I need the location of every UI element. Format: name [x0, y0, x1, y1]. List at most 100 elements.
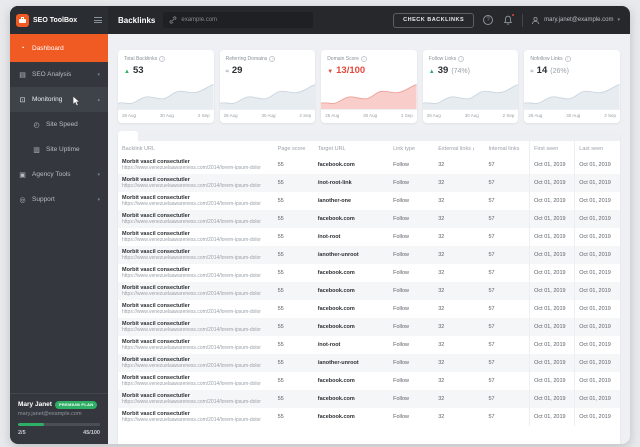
backlink-url[interactable]: https://www.venezuelaawareness.com/2014/… — [122, 237, 270, 243]
backlink-url[interactable]: https://www.venezuelaawareness.com/2014/… — [122, 183, 270, 189]
backlink-url[interactable]: https://www.venezuelaawareness.com/2014/… — [122, 363, 270, 369]
target-url-cell[interactable]: facebook.com — [314, 282, 389, 300]
backlink-url[interactable]: https://www.venezuelaawareness.com/2014/… — [122, 327, 270, 333]
external-links-cell: 32 — [438, 305, 445, 312]
link-type-cell: Follow — [393, 197, 409, 204]
table-row[interactable]: Morbit vascil consectutler https://www.v… — [118, 353, 620, 372]
stat-card-title: Follow Links — [428, 56, 457, 62]
page-score-cell: 55 — [277, 179, 284, 186]
external-links-cell: 32 — [438, 323, 445, 330]
table-row[interactable]: Morbit vascil consectutler https://www.v… — [118, 299, 620, 318]
notification-dot — [511, 13, 516, 17]
first-seen-cell: Oct 01, 2019 — [529, 335, 575, 354]
table-row[interactable]: Morbit vascil consectutler https://www.v… — [118, 281, 620, 300]
last-seen-cell: Oct 01, 2019 — [574, 317, 620, 336]
target-url-cell[interactable]: facebook.com — [314, 300, 389, 318]
backlink-url[interactable]: https://www.venezuelaawareness.com/2014/… — [122, 309, 270, 315]
internal-links-cell: 57 — [488, 161, 495, 168]
stat-card-value: 29 — [231, 65, 243, 76]
table-row[interactable]: Morbit vascil consectutler https://www.v… — [118, 335, 620, 354]
target-url-cell[interactable]: facebook.com — [314, 408, 389, 426]
table-row[interactable]: Morbit vascil consectutler https://www.v… — [118, 407, 620, 426]
backlink-url[interactable]: https://www.venezuelaawareness.com/2014/… — [122, 255, 270, 261]
target-url-cell[interactable]: /not-root — [314, 336, 389, 354]
backlink-url[interactable]: https://www.venezuelaawareness.com/2014/… — [122, 345, 270, 351]
sidebar-item-support[interactable]: ◎ Support ▾ — [10, 187, 108, 212]
backlink-url[interactable]: https://www.venezuelaawareness.com/2014/… — [122, 201, 270, 207]
sidebar-item-dashboard[interactable]: ◔ Dashboard — [10, 34, 108, 62]
sidebar-item-monitoring[interactable]: ⊡ Monitoring ▴ — [10, 87, 108, 112]
last-seen-cell: Oct 01, 2019 — [574, 227, 620, 246]
table-tab-tld-distribution[interactable] — [198, 131, 218, 141]
backlink-url[interactable]: https://www.venezuelaawareness.com/2014/… — [122, 273, 270, 279]
notifications-button[interactable] — [502, 13, 516, 26]
table-row[interactable]: Morbit vascil consectutler https://www.v… — [118, 263, 620, 282]
table-row[interactable]: Morbit vascil consectutler https://www.v… — [118, 155, 620, 174]
info-icon[interactable]: i — [458, 56, 465, 62]
table-row[interactable]: Morbit vascil consectutler https://www.v… — [118, 227, 620, 246]
table-tab-countries[interactable] — [218, 131, 238, 141]
internal-links-cell: 57 — [488, 359, 495, 366]
check-backlinks-button[interactable]: CHECK BACKLINKS — [393, 12, 475, 28]
table-row[interactable]: Morbit vascil consectutler https://www.v… — [118, 317, 620, 336]
sidebar-item-site-uptime[interactable]: ▥ Site Uptime — [10, 137, 108, 162]
user-email: mary.janet@example.com — [18, 411, 82, 417]
app-title: SEO ToolBox — [33, 16, 78, 24]
table-row[interactable]: Morbit vascil consectutler https://www.v… — [118, 191, 620, 210]
x-label: 28 Aug — [528, 112, 543, 118]
backlink-url[interactable]: https://www.venezuelaawareness.com/2014/… — [122, 165, 270, 171]
sidebar-item-seo-analysis[interactable]: ▤ SEO Analysis ▾ — [10, 62, 108, 87]
backlink-url[interactable]: https://www.venezuelaawareness.com/2014/… — [122, 381, 270, 387]
stat-card-title: Total Backlinks — [124, 56, 158, 62]
target-url-cell[interactable]: /not-root-link — [314, 174, 389, 192]
table-row[interactable]: Morbit vascil consectutler https://www.v… — [118, 209, 620, 228]
stat-card-value-row: ≈ 14 (26%) — [530, 65, 614, 76]
search-input[interactable] — [181, 17, 308, 23]
table-row[interactable]: Morbit vascil consectutler https://www.v… — [118, 389, 620, 408]
sidebar-collapse-icon[interactable] — [94, 17, 102, 23]
stat-card-value-row: ≈ 29 — [226, 65, 310, 76]
sidebar-item-site-speed[interactable]: ◴ Site Speed — [10, 112, 108, 137]
table-tab-recent[interactable] — [118, 130, 138, 141]
column-header-external-links[interactable]: External links ↓ — [434, 141, 484, 156]
table-tab-referring-domains[interactable] — [158, 131, 178, 141]
help-button[interactable]: ? — [482, 14, 494, 26]
table-row[interactable]: Morbit vascil consectutler https://www.v… — [118, 371, 620, 390]
external-links-cell: 32 — [438, 161, 445, 168]
external-links-cell: 32 — [438, 359, 445, 366]
target-url-cell[interactable]: facebook.com — [314, 372, 389, 390]
x-label: 2 Sep — [401, 112, 413, 118]
target-url-cell[interactable]: /another-unroot — [314, 246, 389, 264]
first-seen-cell: Oct 01, 2019 — [529, 263, 575, 282]
info-icon[interactable]: i — [159, 56, 166, 62]
backlink-url[interactable]: https://www.venezuelaawareness.com/2014/… — [122, 219, 270, 225]
backlink-url[interactable]: https://www.venezuelaawareness.com/2014/… — [122, 291, 270, 297]
info-icon[interactable]: i — [360, 56, 367, 62]
plan-badge: PREMIUM PLAN — [54, 400, 98, 409]
target-url-cell[interactable]: facebook.com — [314, 156, 389, 174]
backlink-url[interactable]: https://www.venezuelaawareness.com/2014/… — [122, 417, 270, 423]
account-menu[interactable]: mary.janet@example.com ▾ — [531, 16, 620, 25]
backlink-url[interactable]: https://www.venezuelaawareness.com/2014/… — [122, 399, 270, 405]
target-url-cell[interactable]: /another-unroot — [314, 354, 389, 372]
x-label: 30 Aug — [566, 112, 581, 118]
table-row[interactable]: Morbit vascil consectutler https://www.v… — [118, 245, 620, 264]
target-url-cell[interactable]: facebook.com — [314, 210, 389, 228]
info-icon[interactable]: i — [564, 56, 571, 62]
target-url-cell[interactable]: facebook.com — [314, 264, 389, 282]
domain-search[interactable] — [163, 12, 314, 28]
sidebar-item-agency-tools[interactable]: ▣ Agency Tools ▾ — [10, 162, 108, 187]
target-url-cell[interactable]: /not-root — [314, 228, 389, 246]
table-tab-important[interactable] — [138, 131, 158, 141]
target-url-cell[interactable]: facebook.com — [314, 390, 389, 408]
table-row[interactable]: Morbit vascil consectutler https://www.v… — [118, 173, 620, 192]
mini-area-chart — [118, 84, 214, 109]
info-icon[interactable]: i — [269, 56, 276, 62]
sort-desc-icon: ↓ — [470, 145, 475, 152]
external-links-cell: 32 — [438, 413, 445, 420]
x-label: 28 Aug — [223, 112, 238, 118]
table-tab-top-anchors[interactable] — [178, 131, 198, 141]
link-type-cell: Follow — [393, 179, 409, 186]
target-url-cell[interactable]: facebook.com — [314, 318, 389, 336]
target-url-cell[interactable]: /another-one — [314, 192, 389, 210]
